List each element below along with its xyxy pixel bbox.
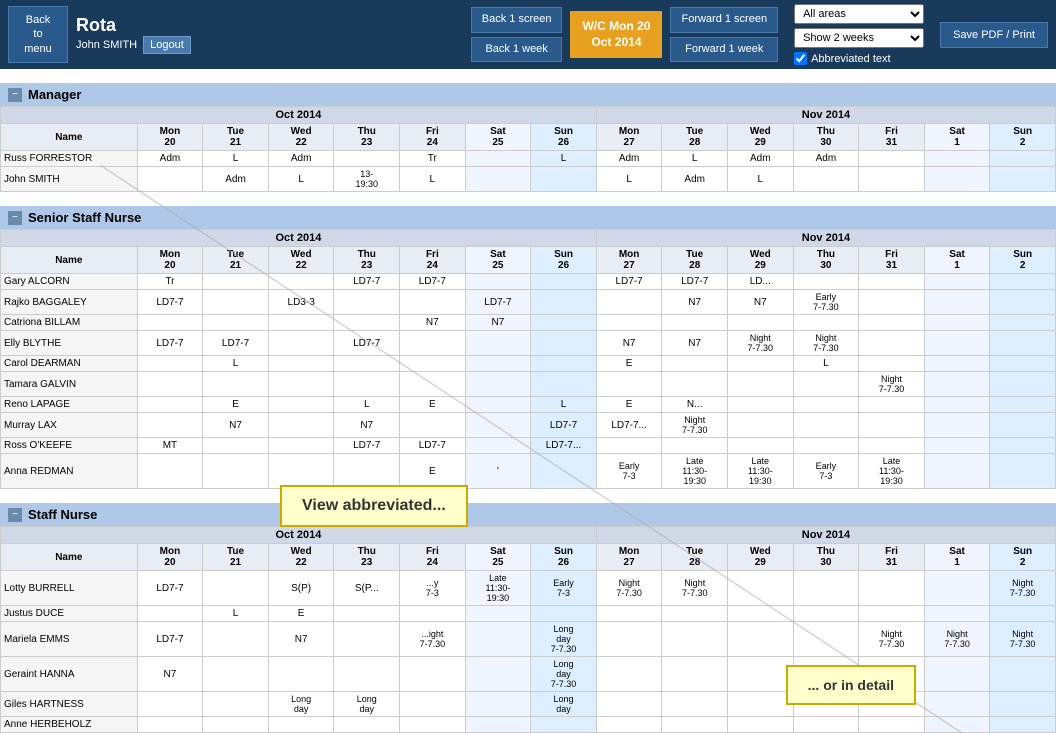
manager-day-sat25: Sat25 — [465, 124, 531, 151]
table-row: Anne HERBEHOLZ — [1, 717, 1056, 733]
manager-nov-header: Nov 2014 — [596, 107, 1055, 124]
forward-screen-button[interactable]: Forward 1 screen — [670, 7, 778, 32]
staff-nurse-collapse-button[interactable]: − — [8, 508, 22, 522]
senior-nov-header: Nov 2014 — [596, 230, 1055, 247]
senior-staff-nurse-section-header: − Senior Staff Nurse — [0, 206, 1056, 229]
logout-button[interactable]: Logout — [143, 36, 191, 54]
table-row: Reno LAPAGE E L E L E N... — [1, 397, 1056, 413]
table-row: Tamara GALVIN Night7-7.30 — [1, 372, 1056, 397]
manager-day-mon20: Mon20 — [137, 124, 203, 151]
manager-day-wed22: Wed22 — [268, 124, 334, 151]
rota-label: Rota — [76, 15, 463, 36]
table-row: Rajko BAGGALEY LD7-7 LD3-3 LD7-7 N7 N7 E… — [1, 290, 1056, 315]
manager-row2-name: John SMITH — [1, 167, 138, 192]
date-line1: W/C Mon 20 — [582, 19, 650, 35]
username: John SMITH — [76, 39, 137, 51]
manager-day-wed29: Wed29 — [728, 124, 794, 151]
abbreviated-checkbox[interactable] — [794, 52, 807, 65]
staff-nurse-label: Staff Nurse — [28, 507, 97, 522]
manager-day-sun2: Sun2 — [990, 124, 1056, 151]
abbreviated-label: Abbreviated text — [811, 53, 891, 65]
view-abbreviated-tooltip: View abbreviated... — [280, 485, 468, 527]
manager-day-sat1: Sat1 — [924, 124, 990, 151]
senior-label: Senior Staff Nurse — [28, 210, 141, 225]
staff-nurse-section-header: − Staff Nurse — [0, 503, 1056, 526]
main-content: − Manager Oct 2014 Nov 2014 Name Mon20 T… — [0, 75, 1056, 733]
controls: All areas Show 2 weeks Show 1 week Abbre… — [794, 4, 924, 65]
manager-day-sun26: Sun26 — [531, 124, 597, 151]
table-row: John SMITH Adm L 13-19:30 L L Adm L — [1, 167, 1056, 192]
manager-day-tue28: Tue28 — [662, 124, 728, 151]
staff-name-col-header: Name — [1, 544, 138, 571]
date-badge: W/C Mon 20 Oct 2014 — [570, 11, 662, 58]
staff-oct-header: Oct 2014 — [1, 527, 597, 544]
manager-row1-name: Russ FORRESTOR — [1, 151, 138, 167]
staff-nov-header: Nov 2014 — [596, 527, 1055, 544]
senior-collapse-button[interactable]: − — [8, 211, 22, 225]
header: Backtomenu Rota John SMITH Logout Back 1… — [0, 0, 1056, 69]
area-select[interactable]: All areas — [794, 4, 924, 24]
table-row: Russ FORRESTOR Adm L Adm Tr L Adm L Adm … — [1, 151, 1056, 167]
manager-day-tue21: Tue21 — [203, 124, 269, 151]
user-info: John SMITH Logout — [76, 36, 463, 54]
table-row: Catriona BILLAM N7 N7 — [1, 315, 1056, 331]
senior-name-col-header: Name — [1, 247, 138, 274]
senior-oct-header: Oct 2014 — [1, 230, 597, 247]
table-row: Carol DEARMAN L E L — [1, 356, 1056, 372]
manager-collapse-button[interactable]: − — [8, 88, 22, 102]
table-row: Gary ALCORN Tr LD7-7 LD7-7 LD7-7 LD7-7 L… — [1, 274, 1056, 290]
senior-table: Oct 2014 Nov 2014 Name Mon20 Tue21 Wed22… — [0, 229, 1056, 489]
table-row: Justus DUCE L E — [1, 606, 1056, 622]
manager-section-header: − Manager — [0, 83, 1056, 106]
back-to-menu-button[interactable]: Backtomenu — [8, 6, 68, 63]
manager-day-fri24: Fri24 — [400, 124, 466, 151]
table-row: Mariela EMMS LD7-7 N7 ...ight7-7.30 Long… — [1, 622, 1056, 657]
back-screen-button[interactable]: Back 1 screen — [471, 7, 563, 32]
nav-buttons-left: Back 1 screen Back 1 week — [471, 7, 563, 62]
manager-day-thu30: Thu30 — [793, 124, 859, 151]
or-in-detail-tooltip: ... or in detail — [786, 665, 916, 705]
manager-table: Oct 2014 Nov 2014 Name Mon20 Tue21 Wed22… — [0, 106, 1056, 192]
manager-oct-header: Oct 2014 — [1, 107, 597, 124]
table-row: Anna REDMAN E ' Early7-3 Late11:30-19:30… — [1, 454, 1056, 489]
manager-label: Manager — [28, 87, 81, 102]
manager-day-mon27: Mon27 — [596, 124, 662, 151]
manager-name-col-header: Name — [1, 124, 138, 151]
rota-title: Rota John SMITH Logout — [76, 15, 463, 54]
nav-buttons-right: Forward 1 screen Forward 1 week — [670, 7, 778, 62]
weeks-select[interactable]: Show 2 weeks Show 1 week — [794, 28, 924, 48]
back-week-button[interactable]: Back 1 week — [471, 37, 563, 62]
table-row: Lotty BURRELL LD7-7 S(P) S(P... ...y7-3 … — [1, 571, 1056, 606]
date-line2: Oct 2014 — [582, 35, 650, 51]
abbreviated-row: Abbreviated text — [794, 52, 924, 65]
save-pdf-button[interactable]: Save PDF / Print — [940, 22, 1048, 48]
manager-day-fri31: Fri31 — [859, 124, 925, 151]
manager-day-thu23: Thu23 — [334, 124, 400, 151]
forward-week-button[interactable]: Forward 1 week — [670, 37, 778, 62]
table-row: Ross O'KEEFE MT LD7-7 LD7-7 LD7-7... — [1, 438, 1056, 454]
table-row: Elly BLYTHE LD7-7 LD7-7 LD7-7 N7 N7 Nigh… — [1, 331, 1056, 356]
table-row: Murray LAX N7 N7 LD7-7 LD7-7... Night7-7… — [1, 413, 1056, 438]
